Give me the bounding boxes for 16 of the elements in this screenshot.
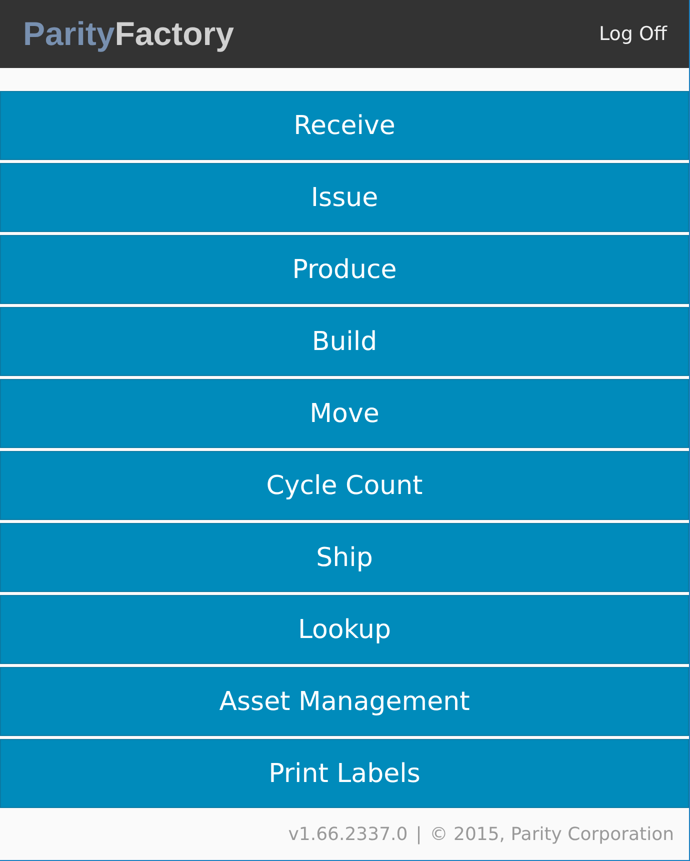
menu-button[interactable]: Build (0, 307, 689, 376)
menu-button[interactable]: Issue (0, 163, 689, 232)
menu-button[interactable]: Produce (0, 235, 689, 304)
copyright-text: © 2015, Parity Corporation (430, 824, 674, 844)
menu-button[interactable]: Print Labels (0, 739, 689, 808)
menu-button[interactable]: Asset Management (0, 667, 689, 736)
menu-button[interactable]: Ship (0, 523, 689, 592)
log-off-link[interactable]: Log Off (598, 23, 667, 45)
menu-button[interactable]: Lookup (0, 595, 689, 664)
version-text: v1.66.2337.0 (288, 824, 408, 844)
menu-button[interactable]: Move (0, 379, 689, 448)
separator-text: | (416, 824, 422, 844)
menu-button[interactable]: Receive (0, 91, 689, 160)
logo-text: Factory (114, 15, 234, 53)
logo-text: Parity (23, 15, 115, 53)
menu-button[interactable]: Cycle Count (0, 451, 689, 520)
